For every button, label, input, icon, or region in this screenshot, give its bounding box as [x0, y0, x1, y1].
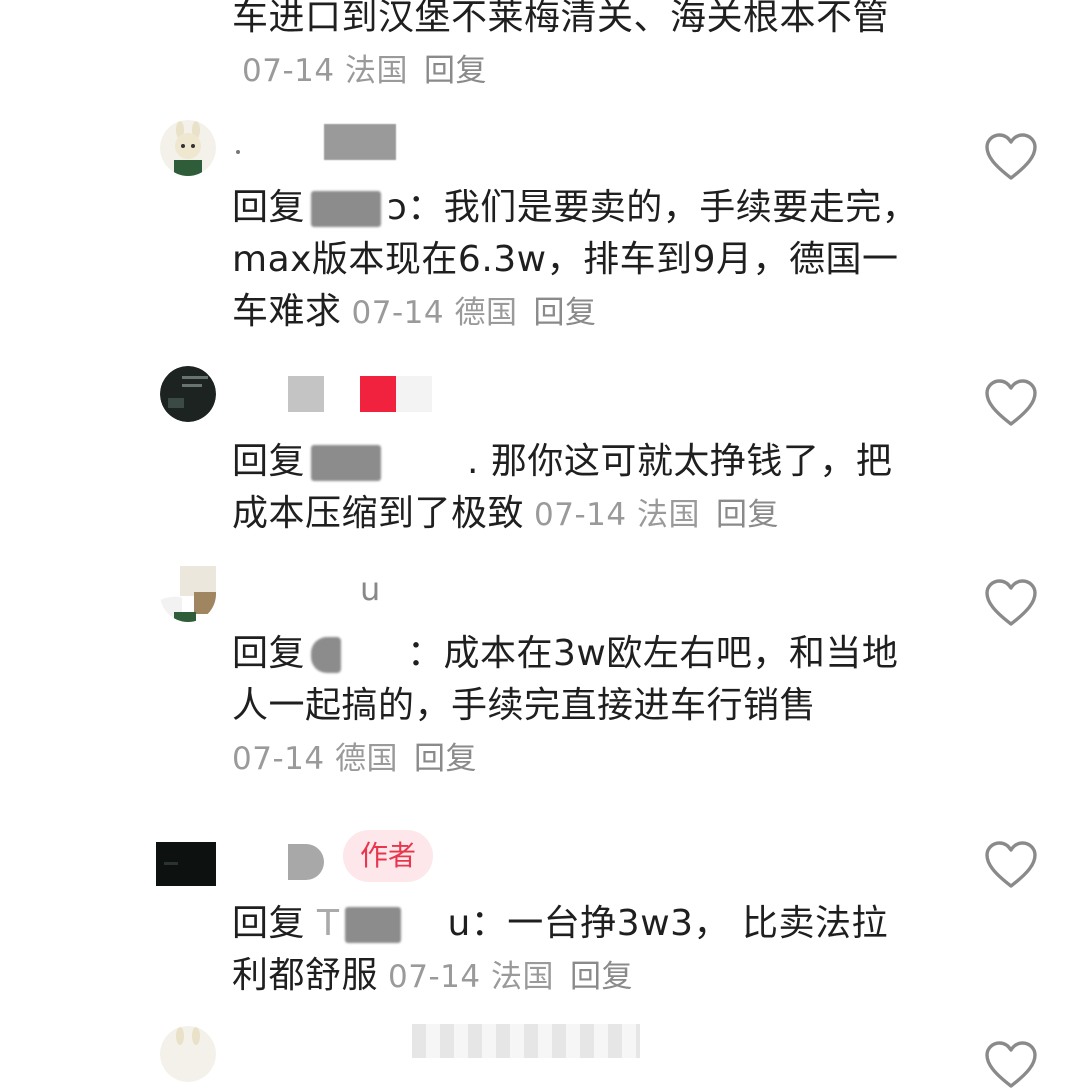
reply-button[interactable]: 回复 [570, 959, 633, 995]
comment-text: 回复 ɔ：我们是要卖的，手续要走完，max版本现在6.3w，排车到9月，德国一车难… [232, 182, 922, 339]
comment-text: 回复 Tu：一台挣3w3， 比卖法拉利都舒服 07-14 法国 回复 [232, 898, 922, 1003]
comment-date: 07-14 [388, 959, 481, 995]
avatar[interactable] [160, 566, 216, 622]
avatar[interactable] [160, 366, 216, 422]
avatar[interactable] [160, 120, 216, 176]
reply-button[interactable]: 回复 [533, 295, 596, 331]
comment-date: 07-14 [232, 741, 325, 777]
avatar[interactable] [160, 1026, 216, 1082]
reply-button[interactable]: 回复 [414, 741, 477, 777]
reply-target[interactable]: . [467, 441, 479, 482]
reply-prefix: 回复 [232, 903, 306, 944]
reply-target[interactable]: ： [407, 633, 444, 674]
reply-target[interactable]: u： [447, 903, 507, 944]
reply-prefix: 回复 [232, 441, 306, 482]
heart-icon[interactable] [984, 840, 1038, 890]
reply-button[interactable]: 回复 [716, 497, 779, 533]
username-fragment: u [360, 570, 381, 608]
reply-button[interactable]: 回复 [424, 53, 487, 89]
heart-icon[interactable] [984, 132, 1038, 182]
comment-body: 车进口到汉堡不莱梅清关、海关根本不管 [232, 0, 890, 38]
reply-prefix: 回复 [232, 633, 306, 674]
reply-prefix: 回复 [232, 187, 306, 228]
author-badge: 作者 [343, 830, 433, 882]
comment-date: 07-14 [242, 53, 335, 89]
heart-icon[interactable] [984, 578, 1038, 628]
reply-target-start[interactable]: T [317, 903, 340, 944]
heart-icon[interactable] [984, 1040, 1038, 1090]
heart-icon[interactable] [984, 378, 1038, 428]
reply-target[interactable]: ɔ： [387, 187, 444, 228]
comment-text: 回复 ：成本在3w欧左右吧，和当地人一起搞的，手续完直接进车行销售 07-14 德国… [232, 628, 922, 785]
comment-location: 法国 [344, 53, 408, 89]
avatar[interactable] [156, 828, 216, 888]
comment-location: 法国 [490, 959, 554, 995]
comment-date: 07-14 [351, 295, 445, 331]
comment-date: 07-14 [534, 497, 627, 533]
comment-location: 德国 [454, 295, 518, 331]
comment-text: 车进口到汉堡不莱梅清关、海关根本不管 07-14 法国 回复 [232, 0, 922, 97]
comment-location: 德国 [334, 741, 398, 777]
comment-text: 回复. 那你这可就太挣钱了，把成本压缩到了极致 07-14 法国 回复 [232, 436, 922, 541]
comment-location: 法国 [636, 497, 700, 533]
